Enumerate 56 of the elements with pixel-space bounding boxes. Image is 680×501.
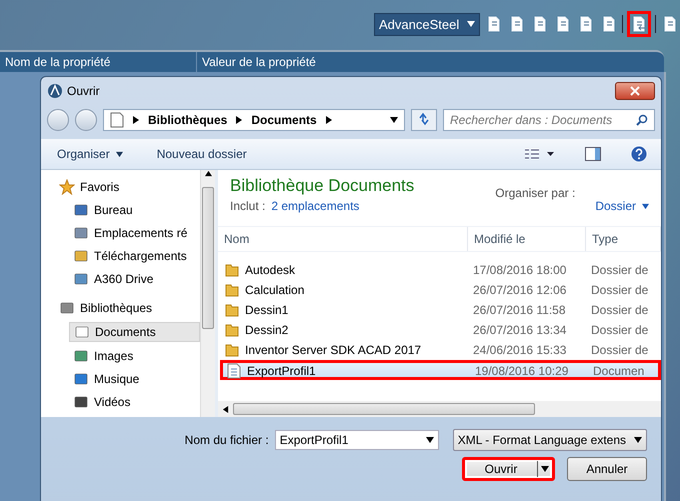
nav-item[interactable]: Vidéos <box>69 393 200 411</box>
modified-date: 26/07/2016 13:34 <box>472 323 568 337</box>
new-folder-button[interactable]: Nouveau dossier <box>154 145 249 163</box>
column-header[interactable]: Modifié le <box>468 227 586 251</box>
locations-link[interactable]: 2 emplacements <box>271 199 360 213</box>
file-type: Documen <box>592 364 646 378</box>
filename-field[interactable]: ExportProfil1 <box>274 430 439 450</box>
file-name: Inventor Server SDK ACAD 2017 <box>245 343 422 357</box>
filename-label: Nom du fichier : <box>184 433 269 447</box>
file-row[interactable]: ExportProfil1 19/08/2016 10:29 Documen <box>220 360 661 380</box>
nav-item[interactable]: Téléchargements <box>69 247 200 265</box>
file-type: Dossier de <box>590 263 650 277</box>
file-type: Dossier de <box>590 283 650 297</box>
modified-date: 17/08/2016 18:00 <box>472 263 568 277</box>
library-title: Bibliothèque Documents <box>230 176 416 196</box>
file-row[interactable]: Inventor Server SDK ACAD 2017 24/06/2016 15:33 Dossier de <box>220 340 661 360</box>
file-row[interactable]: Dessin1 26/07/2016 11:58 Dossier de <box>220 300 661 320</box>
modified-date: 26/07/2016 11:58 <box>472 303 567 317</box>
arrange-label: Organiser par : <box>495 186 576 202</box>
nav-item[interactable]: Emplacements ré <box>69 224 200 242</box>
open-button[interactable]: Ouvrir <box>462 457 555 481</box>
modified-date: 24/06/2016 15:33 <box>472 343 568 357</box>
organize-menu[interactable]: Organiser <box>55 145 125 163</box>
nav-item[interactable]: A360 Drive <box>69 270 200 288</box>
column-header: Valeur de la propriété <box>201 54 317 71</box>
cancel-button[interactable]: Annuler <box>567 457 647 481</box>
file-name: Dessin2 <box>245 323 288 337</box>
nav-item[interactable]: Musique <box>69 370 200 388</box>
breadcrumb[interactable]: Documents <box>251 113 317 127</box>
column-header[interactable]: Type <box>586 227 661 251</box>
column-header[interactable]: Nom <box>218 227 468 251</box>
file-name: Autodesk <box>245 263 296 277</box>
file-name: ExportProfil1 <box>247 364 316 378</box>
nav-group[interactable]: Bibliothèques <box>55 299 200 317</box>
arrange-dropdown[interactable]: Dossier <box>595 186 649 226</box>
file-type: Dossier de <box>590 303 650 317</box>
dialog-title: Ouvrir <box>67 84 101 98</box>
file-row[interactable]: Autodesk 17/08/2016 18:00 Dossier de <box>220 260 661 280</box>
address-bar[interactable]: Bibliothèques Documents <box>103 109 405 131</box>
workspace-dropdown[interactable]: AdvanceSteel <box>374 12 480 36</box>
file-row[interactable]: Calculation 26/07/2016 12:06 Dossier de <box>220 280 661 300</box>
nav-group[interactable]: Favoris <box>55 178 200 196</box>
file-type: Dossier de <box>590 323 650 337</box>
modified-date: 19/08/2016 10:29 <box>474 364 570 378</box>
file-type-dropdown[interactable]: XML - Format Language extens <box>452 429 647 451</box>
file-type: Dossier de <box>590 343 650 357</box>
includes-label: Inclut : <box>230 199 266 213</box>
nav-item[interactable]: Bureau <box>69 201 200 219</box>
file-name: Calculation <box>245 283 304 297</box>
nav-item[interactable]: Images <box>69 347 200 365</box>
file-name: Dessin1 <box>245 303 288 317</box>
modified-date: 26/07/2016 12:06 <box>472 283 568 297</box>
breadcrumb[interactable]: Bibliothèques <box>148 113 228 127</box>
nav-item[interactable]: Documents <box>69 322 200 342</box>
file-row[interactable]: Dessin2 26/07/2016 13:34 Dossier de <box>220 320 661 340</box>
search-field[interactable]: Rechercher dans : Documents <box>443 109 655 131</box>
